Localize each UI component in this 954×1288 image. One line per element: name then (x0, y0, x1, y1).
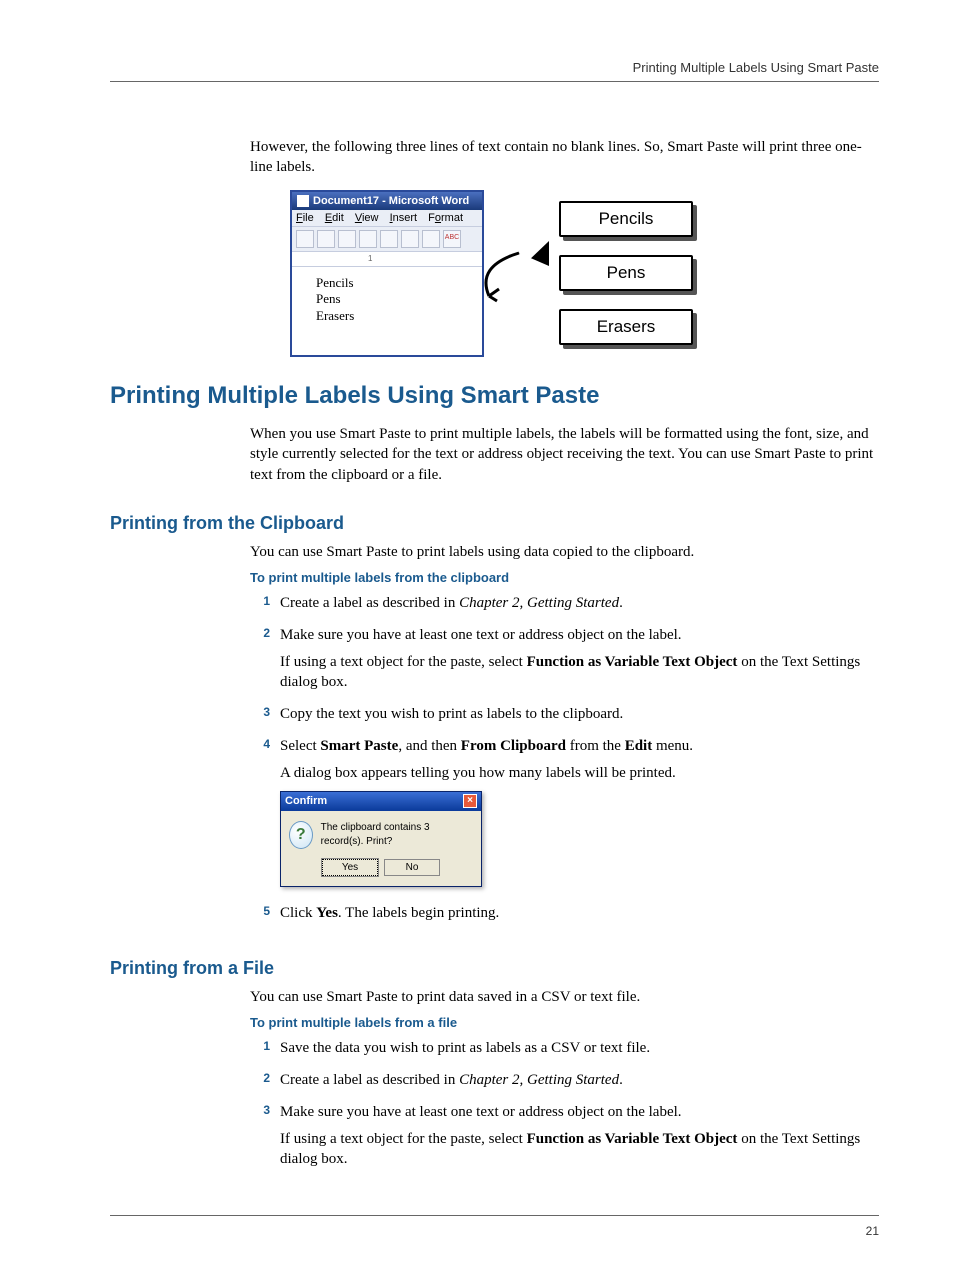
intro-paragraph: However, the following three lines of te… (250, 137, 879, 178)
step-number: 3 (250, 704, 270, 730)
step-2: 2 Make sure you have at least one text o… (250, 625, 879, 698)
step2-note-pre: If using a text object for the paste, se… (280, 654, 527, 670)
step1-ital: Chapter 2, Getting Started (459, 595, 619, 611)
section-printing-multiple: Printing Multiple Labels Using Smart Pas… (110, 382, 879, 410)
step-5: 5 Click Yes. The labels begin printing. (250, 903, 879, 929)
step4-line2: A dialog box appears telling you how man… (280, 763, 879, 783)
spell-icon[interactable] (422, 230, 440, 248)
file-step-3: 3 Make sure you have at least one text o… (250, 1102, 879, 1175)
file-steps: 1 Save the data you wish to print as lab… (250, 1038, 879, 1175)
word-titlebar: Document17 - Microsoft Word (292, 192, 482, 210)
step-number: 1 (250, 593, 270, 619)
fstep2-pre: Create a label as described in (280, 1072, 459, 1088)
subsection-file: Printing from a File (110, 958, 879, 979)
word-line-3: Erasers (316, 308, 470, 325)
step-4: 4 Select Smart Paste, and then From Clip… (250, 736, 879, 897)
clipboard-steps: 1 Create a label as described in Chapter… (250, 593, 879, 929)
yes-button[interactable]: Yes (322, 859, 378, 877)
label-pencils: Pencils (559, 201, 693, 237)
step4-post: menu. (652, 738, 693, 754)
close-icon[interactable]: × (463, 794, 477, 808)
fstep2-ital: Chapter 2, Getting Started (459, 1072, 619, 1088)
menu-format[interactable]: Format (428, 212, 463, 224)
file-intro: You can use Smart Paste to print data sa… (250, 987, 879, 1007)
question-icon: ? (289, 821, 313, 849)
file-step-1: 1 Save the data you wish to print as lab… (250, 1038, 879, 1064)
step-number: 2 (250, 625, 270, 698)
step4-mid2: from the (566, 738, 625, 754)
clipboard-intro: You can use Smart Paste to print labels … (250, 542, 879, 562)
label-erasers: Erasers (559, 309, 693, 345)
step-number: 5 (250, 903, 270, 929)
print-icon[interactable] (380, 230, 398, 248)
step2-note-bold: Function as Variable Text Object (527, 654, 738, 670)
figure-smart-paste: Document17 - Microsoft Word File Edit Vi… (290, 190, 879, 358)
file-proc-title: To print multiple labels from a file (250, 1015, 879, 1030)
menu-view[interactable]: View (355, 212, 379, 224)
menu-insert[interactable]: Insert (390, 212, 418, 224)
new-icon[interactable] (296, 230, 314, 248)
section1-paragraph: When you use Smart Paste to print multip… (250, 424, 879, 485)
word-line-2: Pens (316, 291, 470, 308)
step-number: 4 (250, 736, 270, 897)
label-pens: Pens (559, 255, 693, 291)
word-title: Document17 - Microsoft Word (313, 195, 469, 207)
fstep2-post: . (619, 1072, 623, 1088)
confirm-dialog: Confirm × ? The clipboard contains 3 rec… (280, 791, 482, 887)
step4-b3: Edit (625, 738, 653, 754)
confirm-title-text: Confirm (285, 794, 327, 809)
fstep3-text: Make sure you have at least one text or … (280, 1102, 879, 1122)
step-number: 1 (250, 1038, 270, 1064)
step4-b2: From Clipboard (461, 738, 566, 754)
fstep1-text: Save the data you wish to print as label… (280, 1038, 879, 1058)
word-app-icon (297, 195, 309, 207)
word-window: Document17 - Microsoft Word File Edit Vi… (290, 190, 484, 358)
no-button[interactable]: No (384, 859, 440, 877)
confirm-titlebar: Confirm × (281, 792, 481, 811)
step4-pre: Select (280, 738, 320, 754)
step-number: 2 (250, 1070, 270, 1096)
step-1: 1 Create a label as described in Chapter… (250, 593, 879, 619)
open-icon[interactable] (317, 230, 335, 248)
file-body: You can use Smart Paste to print data sa… (250, 987, 879, 1176)
menu-file[interactable]: File (296, 212, 314, 224)
file-step-2: 2 Create a label as described in Chapter… (250, 1070, 879, 1096)
word-toolbar: ABC (292, 227, 482, 252)
fstep3-note-pre: If using a text object for the paste, se… (280, 1131, 527, 1147)
step5-b: Yes (316, 905, 338, 921)
clipboard-body: You can use Smart Paste to print labels … (250, 542, 879, 930)
step2-text: Make sure you have at least one text or … (280, 625, 879, 645)
fstep3-note-bold: Function as Variable Text Object (527, 1131, 738, 1147)
abc-icon[interactable]: ABC (443, 230, 461, 248)
permission-icon[interactable] (359, 230, 377, 248)
step-number: 3 (250, 1102, 270, 1175)
subsection-clipboard: Printing from the Clipboard (110, 513, 879, 534)
step4-b1: Smart Paste (320, 738, 398, 754)
confirm-message: The clipboard contains 3 record(s). Prin… (321, 821, 473, 848)
step3-text: Copy the text you wish to print as label… (280, 704, 879, 724)
step5-pre: Click (280, 905, 316, 921)
word-menubar: File Edit View Insert Format (292, 210, 482, 227)
menu-edit[interactable]: Edit (325, 212, 344, 224)
labels-output: Pencils Pens Erasers (559, 201, 693, 345)
step1-text: Create a label as described in (280, 595, 459, 611)
page-number: 21 (866, 1224, 879, 1238)
intro-block: However, the following three lines of te… (250, 137, 879, 178)
word-line-1: Pencils (316, 275, 470, 292)
clipboard-proc-title: To print multiple labels from the clipbo… (250, 570, 879, 585)
preview-icon[interactable] (401, 230, 419, 248)
step-3: 3 Copy the text you wish to print as lab… (250, 704, 879, 730)
page: Printing Multiple Labels Using Smart Pas… (0, 0, 954, 1288)
section1-body: When you use Smart Paste to print multip… (250, 424, 879, 485)
word-body: Pencils Pens Erasers (292, 267, 482, 356)
confirm-body: ? The clipboard contains 3 record(s). Pr… (281, 811, 481, 887)
running-header: Printing Multiple Labels Using Smart Pas… (110, 60, 879, 82)
save-icon[interactable] (338, 230, 356, 248)
step1-post: . (619, 595, 623, 611)
word-ruler: 1 (292, 252, 482, 267)
step5-post: . The labels begin printing. (338, 905, 499, 921)
arrow-graphic (464, 231, 544, 316)
step4-mid1: , and then (398, 738, 460, 754)
